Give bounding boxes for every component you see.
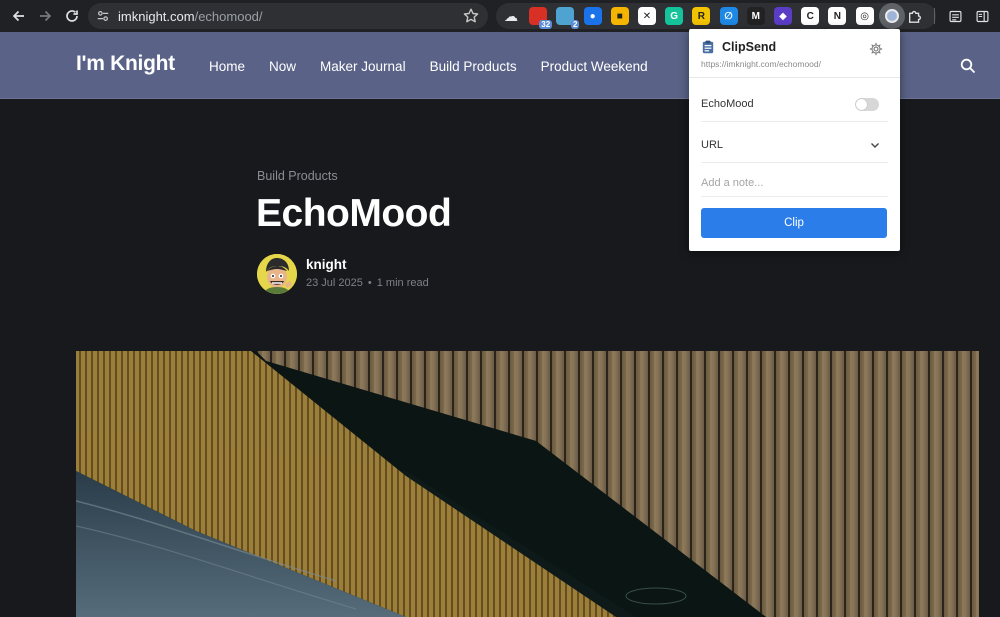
clipsend-popup: ClipSend https://imknight.com/echomood/ … — [689, 29, 900, 251]
extension-badge: 2 — [570, 20, 580, 29]
reload-button[interactable] — [59, 3, 85, 29]
nav-home[interactable]: Home — [209, 59, 245, 74]
popup-header: ClipSend https://imknight.com/echomood/ — [689, 29, 900, 78]
browser-toolbar: imknight.com/echomood/ ☁ 32 2 ● ■ ✕ G R ∅ M ◆ C N ◎ — [0, 0, 1000, 32]
publish-date: 23 Jul 2025 — [306, 277, 363, 289]
yellow-extension-icon[interactable]: ■ — [610, 7, 629, 25]
article-category[interactable]: Build Products — [257, 169, 338, 183]
calendar-extension-icon[interactable]: 32 — [529, 7, 553, 29]
toggle-label: EchoMood — [701, 98, 754, 110]
nav-now[interactable]: Now — [269, 59, 296, 74]
url-host: imknight.com — [118, 8, 195, 24]
side-panel-button[interactable] — [971, 5, 993, 27]
type-select[interactable]: URL — [701, 126, 888, 163]
select-value: URL — [701, 139, 724, 151]
chevron-down-icon — [871, 143, 879, 148]
article-meta: 23 Jul 2025 • 1 min read — [306, 277, 429, 289]
nav-product-weekend[interactable]: Product Weekend — [541, 59, 648, 74]
feature-image-graphic — [76, 351, 979, 617]
bookmark-star-icon[interactable] — [462, 7, 480, 25]
nav-maker-journal[interactable]: Maker Journal — [320, 59, 406, 74]
list-icon — [949, 10, 961, 22]
toolbar-divider — [934, 8, 935, 24]
note-row — [701, 169, 888, 197]
echomood-toggle-row: EchoMood — [701, 86, 888, 122]
reload-icon — [66, 10, 78, 22]
r-extension-icon[interactable]: R — [692, 7, 711, 25]
toggle-knob — [856, 99, 867, 110]
note-input[interactable] — [701, 169, 888, 197]
read-time: 1 min read — [376, 277, 429, 289]
site-nav: Home Now Maker Journal Build Products Pr… — [209, 59, 648, 74]
cloud-extension-icon[interactable]: ☁ — [502, 7, 520, 25]
nav-build-products[interactable]: Build Products — [430, 59, 517, 74]
clipsend-extension-icon[interactable] — [878, 3, 905, 29]
extensions-bar: ☁ 32 2 ● ■ ✕ G R ∅ M ◆ C N ◎ — [496, 3, 936, 29]
back-button[interactable] — [6, 3, 32, 29]
gear-icon[interactable] — [869, 42, 883, 56]
clip-button[interactable]: Clip — [701, 208, 887, 238]
password-extension-icon[interactable]: ● — [583, 7, 602, 25]
grammarly-extension-icon[interactable]: G — [665, 7, 684, 25]
side-panel-icon — [976, 10, 988, 22]
address-url: imknight.com/echomood/ — [118, 9, 263, 24]
meta-separator: • — [367, 277, 372, 289]
puzzle-icon — [909, 10, 921, 23]
forward-button[interactable] — [32, 3, 58, 29]
clipsend-inner-icon — [884, 9, 899, 23]
pin-extension-icon[interactable]: 2 — [556, 7, 580, 29]
x-extension-icon[interactable]: ✕ — [638, 7, 656, 25]
camera-extension-icon[interactable]: ◎ — [855, 7, 874, 25]
site-settings-icon[interactable] — [92, 5, 114, 27]
extensions-puzzle-button[interactable] — [904, 5, 926, 27]
extension-badge: 32 — [539, 20, 553, 29]
m-extension-icon[interactable]: M — [746, 7, 765, 25]
site-logo[interactable]: I'm Knight — [76, 52, 175, 76]
popup-title: ClipSend — [722, 40, 777, 54]
clipboard-icon — [702, 40, 714, 54]
author-avatar[interactable] — [257, 254, 297, 294]
feature-image — [76, 351, 979, 617]
back-arrow-icon — [12, 10, 24, 22]
address-bar[interactable]: imknight.com/echomood/ — [88, 3, 488, 29]
reading-list-button[interactable] — [944, 5, 966, 27]
c-extension-icon[interactable]: C — [801, 7, 820, 25]
link-extension-icon[interactable]: ∅ — [719, 7, 738, 25]
notion-extension-icon[interactable]: N — [828, 7, 847, 25]
purple-extension-icon[interactable]: ◆ — [774, 7, 792, 25]
search-icon[interactable] — [960, 58, 976, 74]
author-name[interactable]: knight — [306, 257, 347, 272]
article-title: EchoMood — [256, 192, 452, 235]
avatar-illustration-icon — [257, 254, 297, 294]
echomood-toggle[interactable] — [855, 98, 879, 111]
forward-arrow-icon — [40, 10, 52, 22]
popup-url: https://imknight.com/echomood/ — [701, 59, 822, 69]
url-path: /echomood/ — [194, 8, 263, 24]
